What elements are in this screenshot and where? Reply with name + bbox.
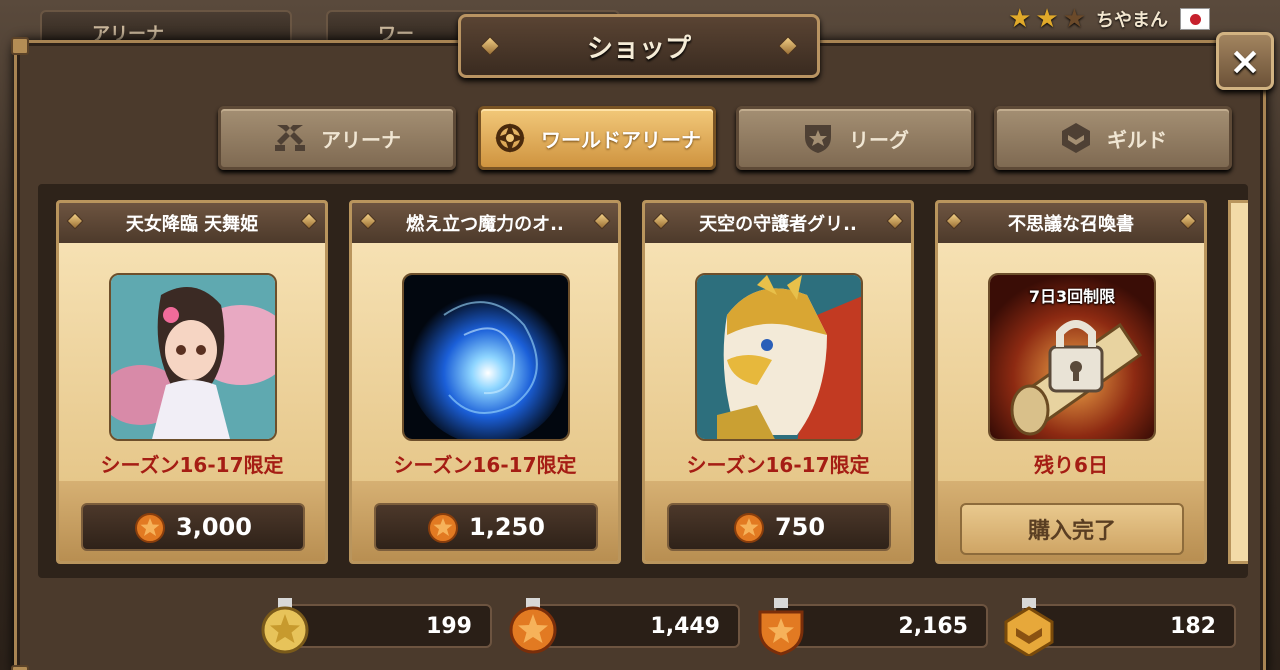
buy-button[interactable]: 750 — [667, 503, 891, 551]
league-shield-icon — [801, 121, 835, 155]
item-title-bar: 燃え立つ魔力のオ.. — [352, 203, 618, 243]
diamond-ornament-icon — [480, 36, 500, 56]
shop-item-card[interactable]: 燃え立つ魔力のオ.. シーズン16-17限定 1,250 — [349, 200, 621, 564]
item-name: 天空の守護者グリ.. — [699, 214, 857, 235]
tab-world-arena[interactable]: ワールドアリーナ — [478, 106, 716, 170]
currency-value: 199 — [426, 613, 472, 639]
celestial-maiden-portrait — [109, 273, 277, 441]
star-empty-icon: ★ — [1062, 4, 1086, 34]
currency-counter: 182 — [1004, 598, 1236, 656]
item-limit-text: シーズン16-17限定 — [100, 453, 284, 477]
currency-value: 1,449 — [650, 613, 720, 639]
shop-item-card[interactable]: 天空の守護者グリ.. シーズン16-17限定 750 — [642, 200, 914, 564]
panel-corner-ornament — [11, 37, 29, 55]
close-button[interactable]: × — [1216, 32, 1274, 90]
item-price: 1,250 — [469, 513, 545, 541]
diamond-ornament-icon — [778, 36, 798, 56]
item-body: 7日3回制限 残り6日 — [938, 243, 1204, 481]
item-name: 不思議な召喚書 — [1008, 214, 1134, 235]
currency-value: 182 — [1170, 613, 1216, 639]
currency-counter: 199 — [261, 598, 492, 654]
currency-value: 2,165 — [898, 613, 968, 639]
griffon-guardian-portrait — [695, 273, 863, 441]
orange-star-medal-icon — [428, 513, 459, 543]
tab-guild[interactable]: ギルド — [994, 106, 1232, 170]
diamond-ornament-icon — [1179, 212, 1197, 230]
diamond-ornament-icon — [66, 212, 84, 230]
orange-star-medal-icon — [509, 598, 557, 654]
shield-star-medal-icon — [758, 598, 804, 656]
guild-emblem-icon — [1059, 121, 1093, 155]
orange-star-medal-icon — [135, 513, 166, 543]
world-arena-icon — [493, 121, 527, 155]
tab-label: ワールドアリーナ — [541, 127, 701, 152]
item-price: 3,000 — [176, 513, 252, 541]
item-footer: 購入完了 — [938, 481, 1204, 561]
tab-label: リーグ — [849, 127, 909, 152]
purchase-complete-label: 購入完了 — [1027, 519, 1116, 544]
diamond-ornament-icon — [886, 212, 904, 230]
shop-title: ショップ — [586, 33, 691, 64]
item-price: 750 — [774, 513, 826, 541]
panel-corner-ornament — [11, 665, 29, 670]
item-body: シーズン16-17限定 — [59, 243, 325, 481]
star-icon: ★ — [1035, 4, 1059, 34]
item-body: シーズン16-17限定 — [645, 243, 911, 481]
orange-star-medal-icon — [733, 513, 764, 543]
buy-button[interactable]: 1,250 — [374, 503, 598, 551]
guild-medal-icon — [1004, 598, 1054, 656]
tab-label: アリーナ — [321, 127, 401, 152]
crossed-swords-icon — [273, 121, 307, 155]
item-footer: 3,000 — [59, 481, 325, 561]
item-title-bar: 天女降臨 天舞姫 — [59, 203, 325, 243]
buy-button[interactable]: 3,000 — [81, 503, 305, 551]
currency-counter: 2,165 — [758, 598, 988, 656]
shop-title-plate: ショップ — [458, 14, 820, 78]
next-item-card-edge — [1228, 200, 1248, 564]
japan-flag-icon — [1180, 8, 1210, 30]
diamond-ornament-icon — [300, 212, 318, 230]
close-icon: × — [1229, 39, 1261, 83]
purchase-limit-badge: 7日3回制限 — [1028, 287, 1116, 306]
item-limit-text: シーズン16-17限定 — [686, 453, 870, 477]
shop-item-card[interactable]: 天女降臨 天舞姫 シーズン16-17限定 3,000 — [56, 200, 328, 564]
item-title-bar: 不思議な召喚書 — [938, 203, 1204, 243]
item-limit-text: シーズン16-17限定 — [393, 453, 577, 477]
diamond-ornament-icon — [359, 212, 377, 230]
gold-star-medal-icon — [261, 598, 309, 654]
tab-label: ギルド — [1107, 127, 1167, 152]
item-remaining-text: 残り6日 — [1034, 453, 1108, 477]
tab-arena[interactable]: アリーナ — [218, 106, 456, 170]
tab-league[interactable]: リーグ — [736, 106, 974, 170]
player-info: ★ ★ ★ ちやまん — [1008, 6, 1210, 32]
star-icon: ★ — [1008, 4, 1032, 34]
purchase-complete-button: 購入完了 — [960, 503, 1184, 555]
player-name: ちやまん — [1096, 10, 1168, 31]
item-footer: 1,250 — [352, 481, 618, 561]
item-title-bar: 天空の守護者グリ.. — [645, 203, 911, 243]
shop-items-list[interactable]: 天女降臨 天舞姫 シーズン16-17限定 3,000 燃え立つ魔力のオ.. シー… — [38, 184, 1248, 578]
item-body: シーズン16-17限定 — [352, 243, 618, 481]
diamond-ornament-icon — [945, 212, 963, 230]
item-footer: 750 — [645, 481, 911, 561]
blue-magic-orb — [402, 273, 570, 441]
item-name: 天女降臨 天舞姫 — [125, 214, 259, 235]
diamond-ornament-icon — [593, 212, 611, 230]
shop-item-card[interactable]: 不思議な召喚書 7日3回制限 残り6日 購入完了 — [935, 200, 1207, 564]
currency-counter: 1,449 — [509, 598, 740, 654]
diamond-ornament-icon — [652, 212, 670, 230]
item-name: 燃え立つ魔力のオ.. — [406, 214, 564, 235]
